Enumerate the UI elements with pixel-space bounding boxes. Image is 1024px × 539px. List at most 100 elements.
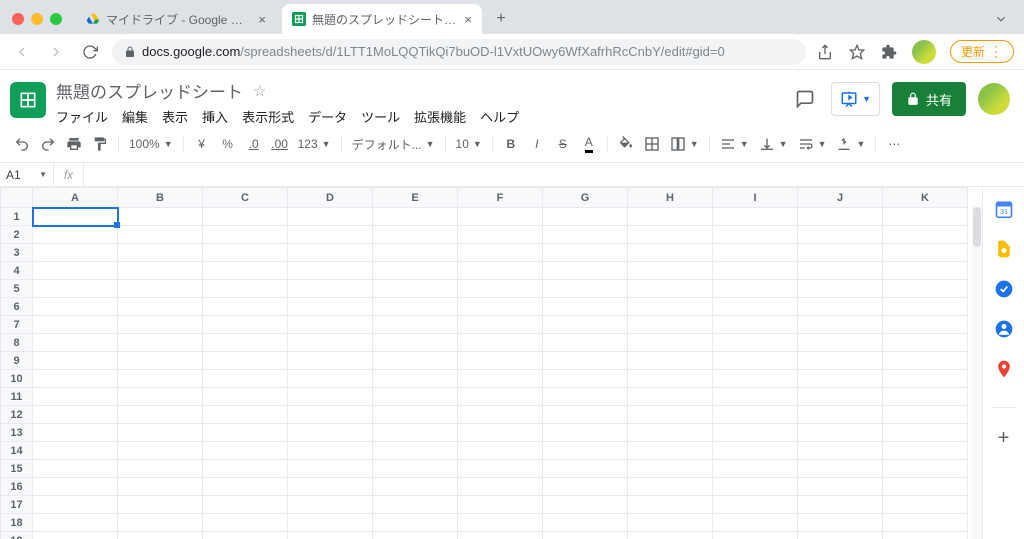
text-color-button[interactable]: A <box>577 132 601 156</box>
cell[interactable] <box>33 280 118 298</box>
cell[interactable] <box>883 460 968 478</box>
cell[interactable] <box>798 406 883 424</box>
cell[interactable] <box>203 208 288 226</box>
cell[interactable] <box>288 478 373 496</box>
cell[interactable] <box>458 460 543 478</box>
cell[interactable] <box>373 226 458 244</box>
cell[interactable] <box>203 298 288 316</box>
cell[interactable] <box>458 208 543 226</box>
cell[interactable] <box>373 514 458 532</box>
name-box[interactable]: A1▼ <box>0 163 54 186</box>
cell[interactable] <box>288 280 373 298</box>
cell[interactable] <box>883 244 968 262</box>
cell[interactable] <box>713 388 798 406</box>
cell[interactable] <box>458 316 543 334</box>
cell[interactable] <box>288 352 373 370</box>
forward-button[interactable] <box>44 40 68 64</box>
cell[interactable] <box>713 262 798 280</box>
vertical-scrollbar[interactable] <box>972 207 982 539</box>
menu-insert[interactable]: 挿入 <box>202 107 228 126</box>
menu-view[interactable]: 表示 <box>162 107 188 126</box>
cell[interactable] <box>373 208 458 226</box>
cell[interactable] <box>628 460 713 478</box>
row-header[interactable]: 14 <box>1 442 33 460</box>
row-header[interactable]: 18 <box>1 514 33 532</box>
cell[interactable] <box>798 370 883 388</box>
cell[interactable] <box>883 262 968 280</box>
cell[interactable] <box>628 496 713 514</box>
cell[interactable] <box>33 388 118 406</box>
cell[interactable] <box>373 334 458 352</box>
cell[interactable] <box>543 208 628 226</box>
cell[interactable] <box>373 496 458 514</box>
close-tab-icon[interactable]: × <box>258 12 266 27</box>
text-rotation-button[interactable]: ▼ <box>832 136 869 152</box>
menu-format[interactable]: 表示形式 <box>242 107 294 126</box>
cell[interactable] <box>458 424 543 442</box>
menu-edit[interactable]: 編集 <box>122 107 148 126</box>
cell[interactable] <box>543 496 628 514</box>
cell[interactable] <box>288 496 373 514</box>
cell[interactable] <box>458 298 543 316</box>
cell[interactable] <box>798 352 883 370</box>
currency-button[interactable]: ¥ <box>190 132 214 156</box>
cell[interactable] <box>713 226 798 244</box>
keep-icon[interactable] <box>994 239 1014 259</box>
fill-color-button[interactable] <box>614 132 638 156</box>
account-avatar[interactable] <box>978 83 1010 115</box>
share-button[interactable]: 共有 <box>892 82 966 116</box>
cell[interactable] <box>373 262 458 280</box>
cell[interactable] <box>118 280 203 298</box>
cell[interactable] <box>883 316 968 334</box>
cell[interactable] <box>883 208 968 226</box>
minimize-window-button[interactable] <box>31 13 43 25</box>
new-tab-button[interactable]: + <box>488 6 514 32</box>
cell[interactable] <box>713 424 798 442</box>
cell[interactable] <box>33 352 118 370</box>
cell[interactable] <box>203 514 288 532</box>
cell[interactable] <box>288 460 373 478</box>
browser-tab-drive[interactable]: マイドライブ - Google ドライブ × <box>76 4 276 34</box>
cell[interactable] <box>118 226 203 244</box>
merge-cells-button[interactable]: ▼ <box>666 136 703 152</box>
paint-format-button[interactable] <box>88 132 112 156</box>
cell[interactable] <box>798 316 883 334</box>
cell[interactable] <box>458 514 543 532</box>
cell[interactable] <box>713 298 798 316</box>
cell[interactable] <box>458 388 543 406</box>
cell[interactable] <box>713 244 798 262</box>
cell[interactable] <box>288 388 373 406</box>
cell[interactable] <box>883 514 968 532</box>
row-header[interactable]: 5 <box>1 280 33 298</box>
cell[interactable] <box>118 406 203 424</box>
cell[interactable] <box>118 514 203 532</box>
cell[interactable] <box>543 334 628 352</box>
cell[interactable] <box>203 406 288 424</box>
percent-button[interactable]: % <box>216 132 240 156</box>
cell[interactable] <box>288 316 373 334</box>
row-header[interactable]: 7 <box>1 316 33 334</box>
cell[interactable] <box>458 280 543 298</box>
cell[interactable] <box>713 370 798 388</box>
cell[interactable] <box>118 424 203 442</box>
cell[interactable] <box>883 496 968 514</box>
horizontal-align-button[interactable]: ▼ <box>716 136 753 152</box>
cell[interactable] <box>628 514 713 532</box>
column-header[interactable]: E <box>373 188 458 208</box>
cell[interactable] <box>288 244 373 262</box>
row-header[interactable]: 4 <box>1 262 33 280</box>
cell[interactable] <box>798 298 883 316</box>
cell[interactable] <box>203 262 288 280</box>
row-header[interactable]: 10 <box>1 370 33 388</box>
cell[interactable] <box>713 352 798 370</box>
cell[interactable] <box>628 352 713 370</box>
cell[interactable] <box>203 460 288 478</box>
cell[interactable] <box>798 478 883 496</box>
column-header[interactable]: J <box>798 188 883 208</box>
row-header[interactable]: 13 <box>1 424 33 442</box>
cell[interactable] <box>288 424 373 442</box>
cell[interactable] <box>798 280 883 298</box>
cell[interactable] <box>543 262 628 280</box>
cell[interactable] <box>373 478 458 496</box>
cell[interactable] <box>288 514 373 532</box>
